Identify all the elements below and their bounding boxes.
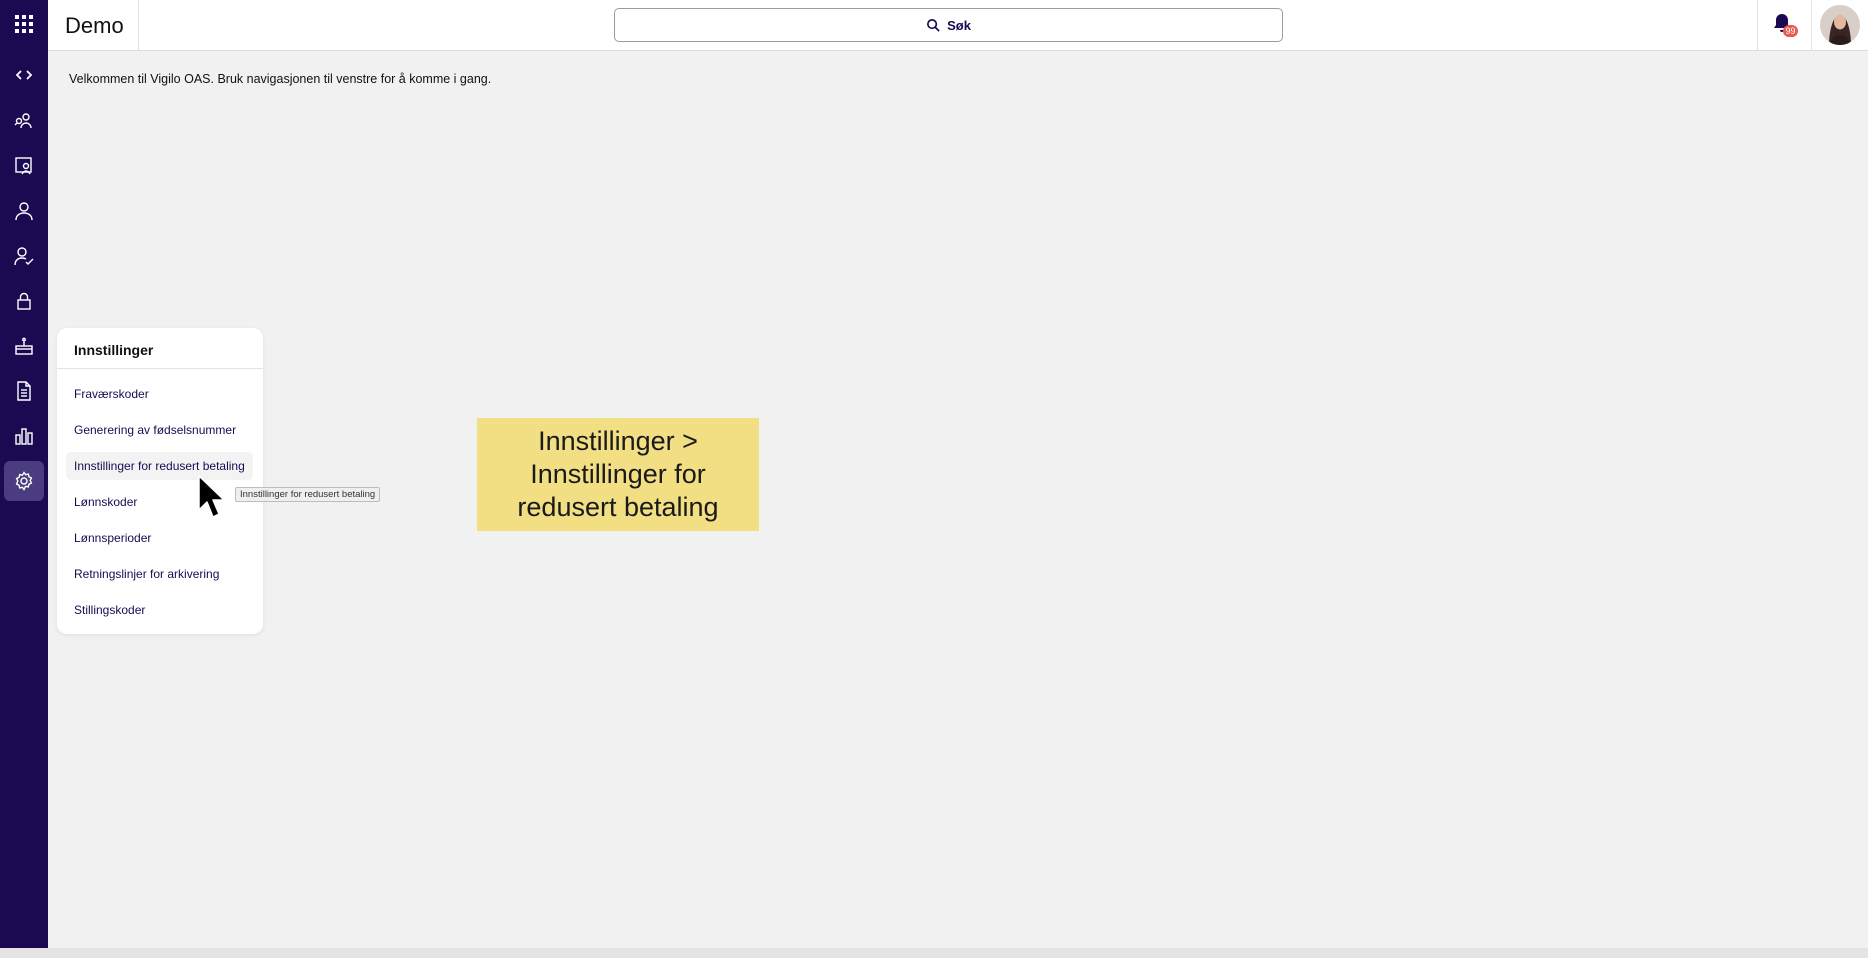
- search-button[interactable]: Søk: [614, 8, 1283, 42]
- menu-item-lonnsperioder[interactable]: Lønnsperioder: [66, 524, 159, 552]
- menu-item-lonnskoder[interactable]: Lønnskoder: [66, 488, 145, 516]
- settings-flyout-menu: Innstillinger Fraværskoder Generering av…: [57, 328, 263, 634]
- search-icon: [927, 18, 940, 32]
- user-icon[interactable]: [4, 191, 44, 231]
- cake-icon[interactable]: [4, 326, 44, 366]
- header-divider: [1811, 0, 1812, 51]
- document-icon[interactable]: [4, 371, 44, 411]
- screen-user-icon[interactable]: [4, 146, 44, 186]
- people-search-icon[interactable]: [4, 101, 44, 141]
- apps-grid-icon[interactable]: [4, 4, 44, 44]
- code-icon[interactable]: [4, 55, 44, 95]
- menu-item-generering-av-fodselsnummer[interactable]: Generering av fødselsnummer: [66, 416, 244, 444]
- mouse-pointer-icon: [198, 475, 225, 518]
- brand-title[interactable]: Demo: [48, 0, 139, 51]
- menu-item-stillingskoder[interactable]: Stillingskoder: [66, 596, 153, 624]
- menu-item-retningslinjer-for-arkivering[interactable]: Retningslinjer for arkivering: [66, 560, 227, 588]
- notification-count-badge: 99: [1783, 25, 1798, 37]
- header-divider: [1757, 0, 1758, 51]
- annotation-callout: Innstillinger > Innstillinger for reduse…: [477, 418, 759, 531]
- bar-chart-icon[interactable]: [4, 416, 44, 456]
- left-navigation-rail: [0, 0, 48, 948]
- menu-item-fravaerskoder[interactable]: Fraværskoder: [66, 380, 157, 408]
- avatar[interactable]: [1820, 5, 1860, 45]
- gear-icon[interactable]: [4, 461, 44, 501]
- top-header: Demo Søk 99: [48, 0, 1868, 51]
- flyout-title: Innstillinger: [74, 342, 154, 358]
- notifications-button[interactable]: 99: [1772, 12, 1798, 38]
- lock-icon[interactable]: [4, 281, 44, 321]
- bottom-strip: [0, 948, 1868, 958]
- tooltip: Innstillinger for redusert betaling: [235, 487, 381, 502]
- search-label: Søk: [947, 17, 971, 33]
- divider: [57, 368, 263, 369]
- welcome-text: Velkommen til Vigilo OAS. Bruk navigasjo…: [69, 72, 492, 86]
- user-check-icon[interactable]: [4, 236, 44, 276]
